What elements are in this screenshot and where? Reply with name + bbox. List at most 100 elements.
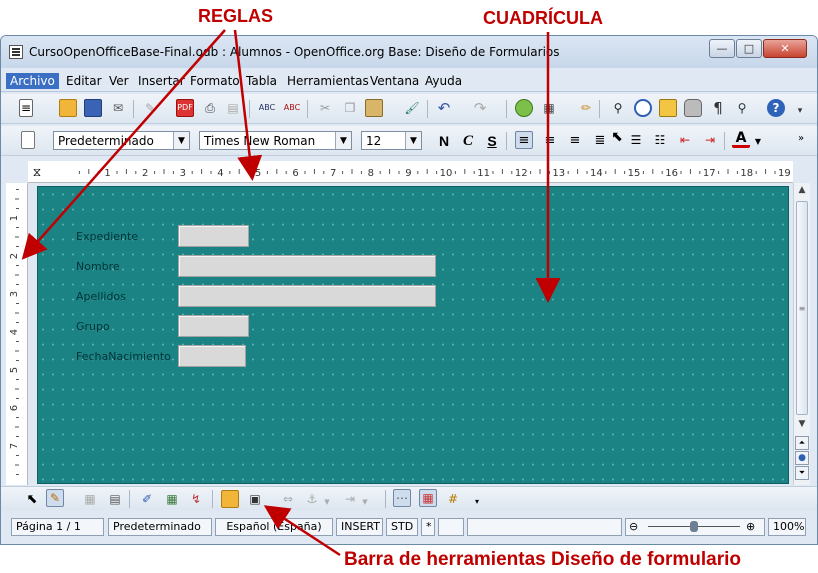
navigation-icon[interactable]: ●: [795, 451, 809, 465]
anchor-icon[interactable]: ⚓: [303, 490, 321, 508]
zoom-icon[interactable]: ⚲: [733, 99, 751, 117]
scroll-down-arrow[interactable]: ▼: [795, 419, 809, 433]
align-left-icon[interactable]: ≡: [515, 131, 533, 149]
menu-formato[interactable]: Formato: [186, 73, 244, 89]
scroll-up-arrow[interactable]: ▲: [795, 185, 809, 199]
save-icon[interactable]: [84, 99, 102, 117]
scroll-thumb[interactable]: ≡: [796, 201, 808, 415]
redo-icon[interactable]: ↷: [471, 99, 489, 117]
font-color-icon[interactable]: A: [732, 130, 750, 148]
menu-ventana[interactable]: Ventana: [366, 73, 423, 89]
alignment-icon[interactable]: ⇥: [341, 490, 359, 508]
decrease-indent-icon[interactable]: ⇤: [676, 131, 694, 149]
label-grupo[interactable]: Grupo: [76, 320, 110, 333]
bullets-icon[interactable]: ☷: [651, 131, 669, 149]
print-preview-icon[interactable]: ▤: [224, 99, 242, 117]
copy-icon[interactable]: ❐: [341, 99, 359, 117]
select-pointer-icon[interactable]: ⬉: [23, 490, 41, 508]
tab-stop-icon[interactable]: ⧖: [28, 163, 46, 181]
data-sources-icon[interactable]: [684, 99, 702, 117]
menu-archivo[interactable]: Archivo: [6, 73, 59, 89]
find-replace-icon[interactable]: ⚲: [609, 99, 627, 117]
menu-insertar[interactable]: Insertar: [134, 73, 189, 89]
font-size-select[interactable]: 12 ▼: [361, 131, 422, 150]
auto-control-focus-icon[interactable]: ▣: [246, 490, 264, 508]
status-selection-mode[interactable]: STD: [386, 518, 418, 536]
menu-ayuda[interactable]: Ayuda: [421, 73, 466, 89]
field-fecha-nacimiento[interactable]: [178, 345, 246, 367]
help-icon[interactable]: ?: [767, 99, 785, 117]
autospellcheck-icon[interactable]: ABC: [283, 99, 301, 117]
add-field-icon[interactable]: ▦: [163, 490, 181, 508]
menu-editar[interactable]: Editar: [62, 73, 106, 89]
previous-page-icon[interactable]: ⏶: [795, 436, 809, 450]
font-color-dropdown-icon[interactable]: ▼: [753, 133, 763, 151]
helplines-while-moving-icon[interactable]: #: [444, 490, 462, 508]
toolbar-overflow-icon[interactable]: »: [796, 130, 806, 148]
edit-file-icon[interactable]: ✎: [141, 99, 159, 117]
toolbar-overflow-icon[interactable]: ▾: [473, 493, 481, 511]
design-mode-icon[interactable]: ✎: [46, 489, 64, 507]
vertical-scrollbar[interactable]: ▲ ≡ ▼ ⏶ ● ⏷: [793, 183, 810, 485]
field-nombre[interactable]: [178, 255, 436, 277]
chevron-down-icon[interactable]: ▼: [405, 132, 421, 149]
maximize-button[interactable]: □: [736, 39, 762, 58]
navigator-icon[interactable]: [515, 99, 533, 117]
export-pdf-icon[interactable]: PDF: [176, 99, 194, 117]
form-properties-icon[interactable]: ▤: [106, 490, 124, 508]
navigator-compass-icon[interactable]: [634, 99, 652, 117]
next-page-icon[interactable]: ⏷: [795, 466, 809, 480]
paragraph-style-select[interactable]: Predeterminado ▼: [53, 131, 190, 150]
menu-tabla[interactable]: Tabla: [242, 73, 281, 89]
new-document-icon[interactable]: ≡: [19, 99, 33, 117]
form-design-grid[interactable]: Expediente Nombre Apellidos Grupo FechaN…: [37, 186, 789, 484]
horizontal-ruler[interactable]: 1 2 3 4 5 6 7 8 9 10 11 12 13 14 15 16 17 18 19 ⧖: [28, 161, 793, 183]
menu-ver[interactable]: Ver: [105, 73, 133, 89]
display-grid-icon[interactable]: ⋯: [393, 489, 411, 507]
cut-icon[interactable]: ✂: [316, 99, 334, 117]
zoom-out-icon[interactable]: ⊖: [629, 520, 638, 533]
paste-icon[interactable]: [365, 99, 383, 117]
bold-button[interactable]: N: [435, 132, 453, 150]
status-zoom-level[interactable]: 100%: [768, 518, 806, 536]
position-and-size-icon[interactable]: ⇔: [279, 490, 297, 508]
zoom-slider[interactable]: ⊖ ⊕: [625, 518, 765, 536]
field-apellidos[interactable]: [178, 285, 436, 307]
align-right-icon[interactable]: ≡: [566, 131, 584, 149]
status-page-style[interactable]: Predeterminado: [108, 518, 212, 536]
field-grupo[interactable]: [178, 315, 249, 337]
field-expediente[interactable]: [178, 225, 249, 247]
label-apellidos[interactable]: Apellidos: [76, 290, 126, 303]
table-icon[interactable]: ▦: [540, 99, 558, 117]
increase-indent-icon[interactable]: ⇥: [701, 131, 719, 149]
label-expediente[interactable]: Expediente: [76, 230, 138, 243]
activation-order-icon[interactable]: ↯: [187, 490, 205, 508]
chevron-down-icon[interactable]: ▼: [335, 132, 351, 149]
snap-to-grid-icon[interactable]: ▦: [419, 489, 437, 507]
label-nombre[interactable]: Nombre: [76, 260, 120, 273]
form-navigator-icon[interactable]: ✐: [138, 490, 156, 508]
styles-icon[interactable]: [21, 131, 35, 149]
underline-button[interactable]: S: [483, 132, 501, 150]
status-language[interactable]: Español (España): [215, 518, 333, 536]
undo-icon[interactable]: ↶: [435, 99, 453, 117]
minimize-button[interactable]: —: [709, 39, 735, 58]
spellcheck-icon[interactable]: ABC: [258, 99, 276, 117]
pilcrow-icon[interactable]: ¶: [709, 99, 727, 117]
label-fecha-nacimiento[interactable]: FechaNacimiento: [76, 350, 171, 363]
vertical-ruler[interactable]: 1 2 3 4 5 6 7: [6, 183, 28, 485]
email-icon[interactable]: ✉: [109, 99, 127, 117]
justify-icon[interactable]: ≣: [591, 131, 609, 149]
zoom-slider-thumb[interactable]: [690, 521, 698, 532]
menu-herramientas[interactable]: Herramientas: [283, 73, 373, 89]
anchor-dropdown-icon[interactable]: ▼: [323, 493, 331, 511]
open-folder-icon[interactable]: [59, 99, 77, 117]
open-in-design-mode-icon[interactable]: [221, 490, 239, 508]
print-icon[interactable]: ⎙: [201, 99, 219, 117]
status-insert-mode[interactable]: INSERT: [336, 518, 383, 536]
alignment-dropdown-icon[interactable]: ▼: [361, 493, 369, 511]
clone-format-icon[interactable]: 🖌: [403, 99, 421, 117]
control-properties-icon[interactable]: ▦: [81, 490, 99, 508]
close-button[interactable]: ✕: [763, 39, 807, 58]
align-center-icon[interactable]: ≡: [541, 131, 559, 149]
